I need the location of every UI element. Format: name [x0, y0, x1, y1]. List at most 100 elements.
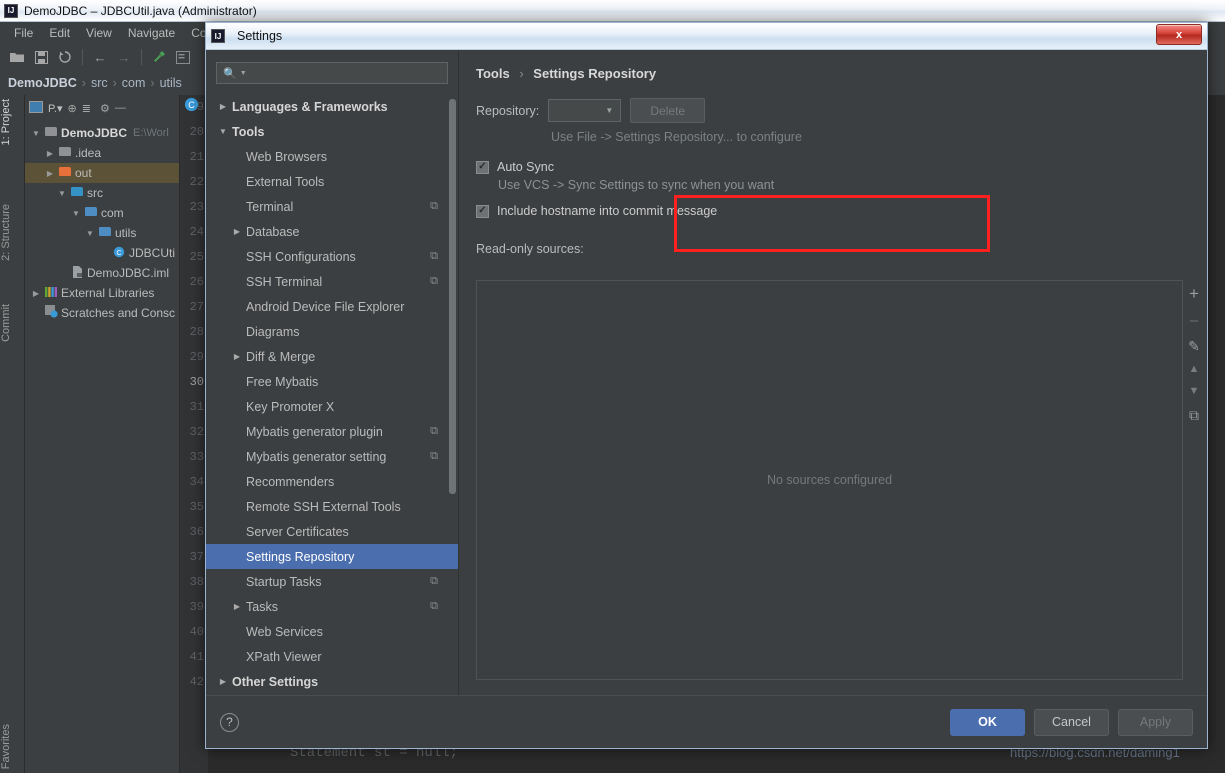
settings-tree-item-tasks[interactable]: ▶ Tasks ⧉: [206, 594, 458, 619]
tree-row[interactable]: DemoJDBC.iml: [25, 263, 179, 283]
chevron-right-icon[interactable]: ▶: [216, 677, 230, 686]
settings-tree-item-languages-frameworks[interactable]: ▶ Languages & Frameworks: [206, 94, 458, 119]
chevron-right-icon[interactable]: ▶: [230, 227, 244, 236]
settings-tree-item-settings-repository[interactable]: Settings Repository: [206, 544, 458, 569]
chevron-right-icon[interactable]: ▶: [230, 602, 244, 611]
locate-target-icon[interactable]: ⊕: [68, 102, 77, 115]
collapse-all-icon[interactable]: ≣: [82, 102, 91, 115]
tree-row[interactable]: ▼ utils: [25, 223, 179, 243]
repository-dropdown[interactable]: ▼: [548, 99, 622, 122]
breadcrumb-item-com[interactable]: com: [122, 76, 146, 90]
run-config-icon[interactable]: [172, 46, 194, 68]
search-input[interactable]: 🔍 ▼: [216, 62, 448, 84]
tree-row[interactable]: ▼ com: [25, 203, 179, 223]
tree-row[interactable]: C JDBCUti: [25, 243, 179, 263]
settings-tree-item-terminal[interactable]: Terminal ⧉: [206, 194, 458, 219]
chevron-right-icon[interactable]: ▶: [230, 352, 244, 361]
tree-item-label: DemoJDBC.iml: [87, 266, 170, 280]
edit-pencil-icon[interactable]: ✎: [1188, 339, 1200, 353]
include-hostname-checkbox[interactable]: ✓: [476, 204, 489, 218]
chevron-down-icon[interactable]: ▼: [55, 189, 69, 198]
settings-tree-item-startup-tasks[interactable]: Startup Tasks ⧉: [206, 569, 458, 594]
menu-navigate[interactable]: Navigate: [120, 24, 183, 42]
chevron-right-icon[interactable]: ▶: [29, 289, 43, 298]
tree-row[interactable]: ▼ src: [25, 183, 179, 203]
sync-icon[interactable]: [54, 46, 76, 68]
project-selector-label[interactable]: P.▾: [48, 102, 63, 115]
settings-tree-item-free-mybatis[interactable]: Free Mybatis: [206, 369, 458, 394]
settings-tree-item-diff-merge[interactable]: ▶ Diff & Merge: [206, 344, 458, 369]
tree-row[interactable]: ▶ .idea: [25, 143, 179, 163]
settings-tree-item-remote-ssh-external-tools[interactable]: Remote SSH External Tools: [206, 494, 458, 519]
help-button[interactable]: ?: [220, 712, 239, 732]
chevron-right-icon[interactable]: ▶: [216, 102, 230, 111]
editor-file-tab-icon[interactable]: C: [184, 97, 200, 113]
chevron-right-icon[interactable]: ▶: [43, 169, 57, 178]
auto-sync-checkbox-row[interactable]: ✓ Auto Sync: [476, 160, 1183, 174]
menu-view[interactable]: View: [78, 24, 120, 42]
menu-file[interactable]: File: [6, 24, 41, 42]
cancel-button[interactable]: Cancel: [1034, 708, 1109, 736]
breadcrumb-item-project[interactable]: DemoJDBC: [8, 76, 77, 90]
breadcrumb-item-src[interactable]: src: [91, 76, 108, 90]
chevron-down-icon[interactable]: ▼: [83, 229, 97, 238]
auto-sync-checkbox[interactable]: ✓: [476, 160, 489, 174]
chevron-down-icon[interactable]: ▼: [69, 209, 83, 218]
tree-row[interactable]: ▶ out: [25, 163, 179, 183]
settings-breadcrumb-parent[interactable]: Tools: [476, 66, 510, 81]
hide-panel-icon[interactable]: —: [115, 102, 126, 114]
source-folder-icon: [69, 187, 85, 199]
open-folder-icon[interactable]: [6, 46, 28, 68]
move-up-icon[interactable]: ▲: [1189, 364, 1200, 375]
settings-tree-item-ssh-configurations[interactable]: SSH Configurations ⧉: [206, 244, 458, 269]
project-view-icon[interactable]: [29, 100, 43, 116]
menu-edit[interactable]: Edit: [41, 24, 78, 42]
settings-tree-item-mybatis-generator-plugin[interactable]: Mybatis generator plugin ⧉: [206, 419, 458, 444]
settings-tree-item-ssh-terminal[interactable]: SSH Terminal ⧉: [206, 269, 458, 294]
settings-tree-item-tools[interactable]: ▼ Tools: [206, 119, 458, 144]
move-down-icon[interactable]: ▼: [1189, 386, 1200, 397]
project-scope-icon: ⧉: [430, 250, 438, 262]
tree-row[interactable]: Scratches and Consc: [25, 303, 179, 323]
settings-tree-item-server-certificates[interactable]: Server Certificates: [206, 519, 458, 544]
settings-tree-scrollbar[interactable]: [449, 99, 456, 494]
copy-icon[interactable]: ⧉: [1189, 408, 1199, 422]
settings-tree-item-recommenders[interactable]: Recommenders: [206, 469, 458, 494]
settings-breadcrumb-current: Settings Repository: [533, 66, 657, 81]
settings-tree-item-xpath-viewer[interactable]: XPath Viewer: [206, 644, 458, 669]
tree-row[interactable]: ▼ DemoJDBC E:\Worl: [25, 123, 179, 143]
breadcrumb-item-utils[interactable]: utils: [160, 76, 182, 90]
remove-icon[interactable]: –: [1190, 313, 1198, 328]
include-hostname-checkbox-row[interactable]: ✓ Include hostname into commit message: [476, 204, 1183, 218]
chevron-down-icon[interactable]: ▼: [216, 127, 230, 136]
save-icon[interactable]: [30, 46, 52, 68]
tree-row[interactable]: ▶ External Libraries: [25, 283, 179, 303]
sidebar-tab-project[interactable]: 1: Project: [0, 95, 25, 149]
readonly-sources-panel[interactable]: No sources configured + – ✎ ▲ ▼ ⧉: [476, 280, 1200, 680]
chevron-down-icon[interactable]: ▼: [240, 70, 247, 77]
chevron-down-icon[interactable]: ▼: [29, 129, 43, 138]
close-icon[interactable]: x: [1156, 24, 1202, 45]
ok-button[interactable]: OK: [950, 708, 1025, 736]
settings-tree-item-android-device-file-explorer[interactable]: Android Device File Explorer: [206, 294, 458, 319]
build-hammer-icon[interactable]: [148, 46, 170, 68]
forward-icon[interactable]: →: [113, 46, 135, 68]
settings-tree-item-key-promoter-x[interactable]: Key Promoter X: [206, 394, 458, 419]
settings-tree-item-other-settings[interactable]: ▶ Other Settings: [206, 669, 458, 694]
package-folder-icon: [97, 227, 113, 239]
settings-gear-icon[interactable]: ⚙: [100, 102, 110, 115]
settings-tree-item-mybatis-generator-setting[interactable]: Mybatis generator setting ⧉: [206, 444, 458, 469]
sidebar-tab-structure[interactable]: 2: Structure: [0, 200, 25, 265]
settings-tree-item-web-browsers[interactable]: Web Browsers: [206, 144, 458, 169]
back-icon[interactable]: ←: [89, 46, 111, 68]
add-icon[interactable]: +: [1189, 285, 1199, 302]
settings-tree-item-database[interactable]: ▶ Database: [206, 219, 458, 244]
settings-tree-item-web-services[interactable]: Web Services: [206, 619, 458, 644]
settings-tree-item-external-tools[interactable]: External Tools: [206, 169, 458, 194]
apply-button[interactable]: Apply: [1118, 708, 1193, 736]
settings-tree-item-diagrams[interactable]: Diagrams: [206, 319, 458, 344]
sidebar-tab-commit[interactable]: Commit: [0, 300, 25, 346]
sidebar-tab-favorites[interactable]: Favorites: [0, 720, 25, 773]
chevron-right-icon[interactable]: ▶: [43, 149, 57, 158]
delete-button[interactable]: Delete: [630, 98, 706, 123]
